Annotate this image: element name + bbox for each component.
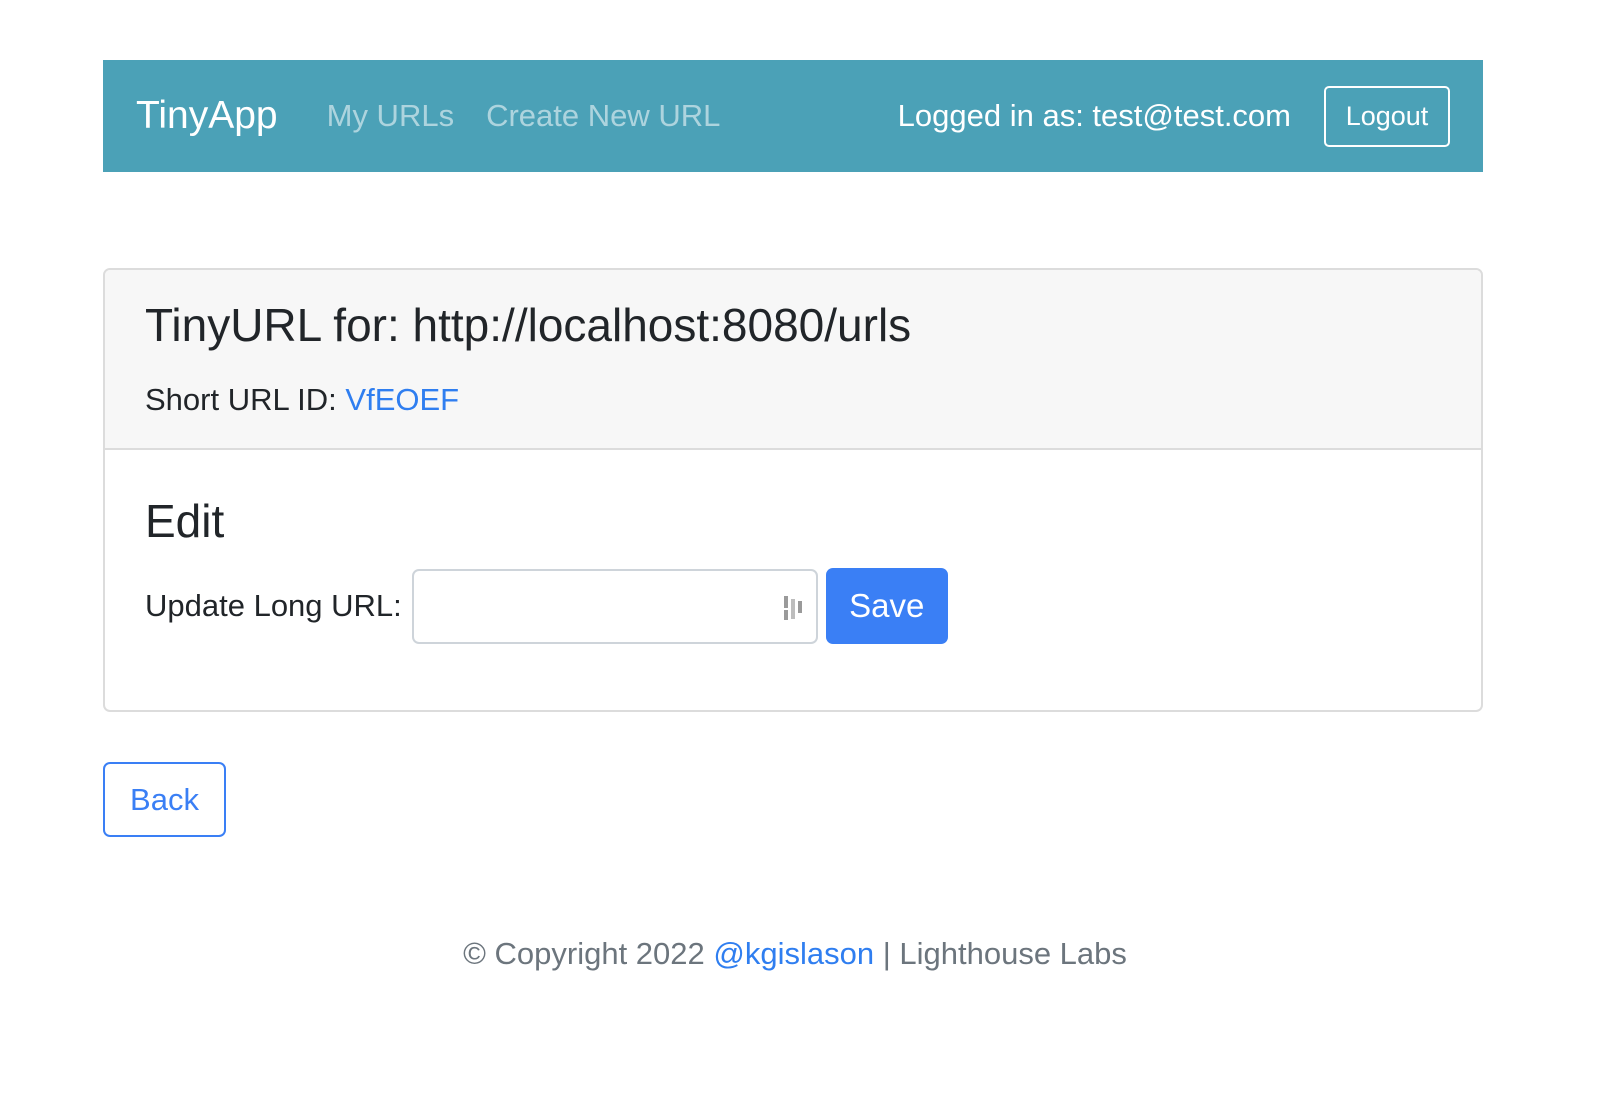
- nav-link-create-new-url[interactable]: Create New URL: [486, 98, 720, 134]
- footer-copyright: © Copyright 2022: [463, 936, 714, 971]
- footer: © Copyright 2022 @kgislason | Lighthouse…: [0, 936, 1590, 972]
- edit-form: Update Long URL: Save: [145, 568, 1441, 644]
- card-body: Edit Update Long URL: Save: [105, 450, 1481, 644]
- password-manager-icon[interactable]: [782, 593, 806, 623]
- footer-author-link[interactable]: @kgislason: [713, 936, 874, 971]
- footer-lighthouse-labs: | Lighthouse Labs: [874, 936, 1127, 971]
- short-url-id-link[interactable]: VfEOEF: [345, 382, 459, 417]
- back-button[interactable]: Back: [103, 762, 226, 837]
- logged-in-text: Logged in as: test@test.com: [897, 98, 1291, 133]
- url-card: TinyURL for: http://localhost:8080/urls …: [103, 268, 1483, 712]
- edit-title: Edit: [145, 495, 225, 547]
- nav-link-my-urls[interactable]: My URLs: [327, 98, 454, 134]
- long-url-input-wrap: [411, 568, 818, 644]
- short-url-id: Short URL ID: VfEOEF: [145, 382, 1441, 418]
- save-button[interactable]: Save: [825, 568, 948, 644]
- card-title: TinyURL for: http://localhost:8080/urls: [145, 299, 912, 351]
- update-long-url-label: Update Long URL:: [145, 588, 402, 623]
- short-url-id-label: Short URL ID:: [145, 382, 346, 417]
- navbar: TinyApp My URLs Create New URL Logged in…: [103, 60, 1483, 172]
- logout-button[interactable]: Logout: [1324, 85, 1450, 147]
- long-url-input[interactable]: [411, 568, 818, 644]
- brand-link[interactable]: TinyApp: [136, 94, 278, 138]
- card-header: TinyURL for: http://localhost:8080/urls …: [105, 270, 1481, 450]
